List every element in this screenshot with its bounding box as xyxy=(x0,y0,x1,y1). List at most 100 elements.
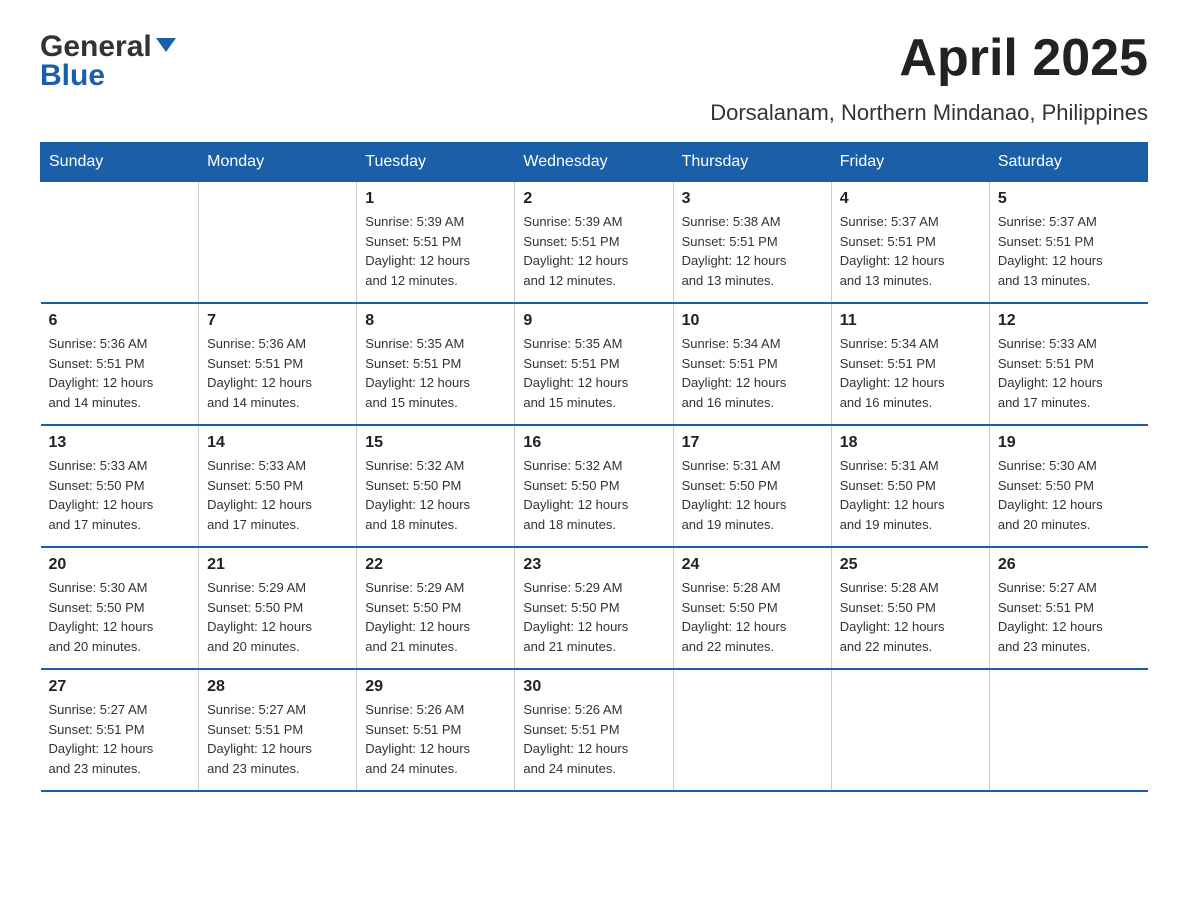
day-info: Sunrise: 5:35 AM Sunset: 5:51 PM Dayligh… xyxy=(365,334,506,412)
month-title-text: April 2025 xyxy=(899,30,1148,87)
day-number: 5 xyxy=(998,190,1140,208)
day-info: Sunrise: 5:34 AM Sunset: 5:51 PM Dayligh… xyxy=(840,334,981,412)
calendar-day-cell: 10Sunrise: 5:34 AM Sunset: 5:51 PM Dayli… xyxy=(673,303,831,425)
calendar-day-cell: 28 Sunrise: 5:27 AM Sunset: 5:51 PM Dayli… xyxy=(199,669,357,791)
day-number: 29 xyxy=(365,678,506,696)
calendar-week-row: 1Sunrise: 5:39 AM Sunset: 5:51 PM Daylig… xyxy=(41,182,1148,304)
day-info: Sunrise: 5:27 AM Sunset: 5:51 PM Dayligh… xyxy=(49,700,191,778)
weekday-header-cell: Saturday xyxy=(989,143,1147,182)
calendar-day-cell: 5 Sunrise: 5:37 AM Sunset: 5:51 PM Daylig… xyxy=(989,182,1147,304)
day-info: Sunrise: 5:36 AM Sunset: 5:51 PM Dayligh… xyxy=(207,334,348,412)
day-info: Sunrise: 5:29 AM Sunset: 5:50 PM Dayligh… xyxy=(365,578,506,656)
location-subtitle: Dorsalanam, Northern Mindanao, Philippin… xyxy=(40,100,1148,126)
day-info: Sunrise: 5:27 AM Sunset: 5:51 PM Dayligh… xyxy=(998,578,1140,656)
calendar-day-cell xyxy=(673,669,831,791)
day-info: Sunrise: 5:38 AM Sunset: 5:51 PM Dayligh… xyxy=(682,212,823,290)
logo-triangle-icon xyxy=(156,38,176,52)
calendar-day-cell: 3 Sunrise: 5:38 AM Sunset: 5:51 PM Daylig… xyxy=(673,182,831,304)
day-number: 3 xyxy=(682,190,823,208)
day-number: 9 xyxy=(523,312,664,330)
day-number: 30 xyxy=(523,678,664,696)
day-number: 20 xyxy=(49,556,191,574)
month-year-title: April 2025 xyxy=(899,30,1148,87)
weekday-header-cell: Wednesday xyxy=(515,143,673,182)
day-number: 11 xyxy=(840,312,981,330)
day-number: 21 xyxy=(207,556,348,574)
day-number: 16 xyxy=(523,434,664,452)
day-info: Sunrise: 5:32 AM Sunset: 5:50 PM Dayligh… xyxy=(523,456,664,534)
day-info: Sunrise: 5:35 AM Sunset: 5:51 PM Dayligh… xyxy=(523,334,664,412)
day-number: 27 xyxy=(49,678,191,696)
logo-blue-text: Blue xyxy=(40,59,105,92)
calendar-week-row: 13 Sunrise: 5:33 AM Sunset: 5:50 PM Dayli… xyxy=(41,425,1148,547)
day-number: 28 xyxy=(207,678,348,696)
weekday-header-row: SundayMondayTuesdayWednesdayThursdayFrid… xyxy=(41,143,1148,182)
calendar-day-cell: 6 Sunrise: 5:36 AM Sunset: 5:51 PM Daylig… xyxy=(41,303,199,425)
calendar-day-cell: 14 Sunrise: 5:33 AM Sunset: 5:50 PM Dayli… xyxy=(199,425,357,547)
day-info: Sunrise: 5:37 AM Sunset: 5:51 PM Dayligh… xyxy=(840,212,981,290)
day-number: 18 xyxy=(840,434,981,452)
day-number: 26 xyxy=(998,556,1140,574)
day-info: Sunrise: 5:36 AM Sunset: 5:51 PM Dayligh… xyxy=(49,334,191,412)
day-info: Sunrise: 5:39 AM Sunset: 5:51 PM Dayligh… xyxy=(365,212,506,290)
day-info: Sunrise: 5:30 AM Sunset: 5:50 PM Dayligh… xyxy=(998,456,1140,534)
day-info: Sunrise: 5:26 AM Sunset: 5:51 PM Dayligh… xyxy=(365,700,506,778)
weekday-header-cell: Tuesday xyxy=(357,143,515,182)
weekday-header-cell: Friday xyxy=(831,143,989,182)
calendar-day-cell xyxy=(41,182,199,304)
calendar-day-cell: 9 Sunrise: 5:35 AM Sunset: 5:51 PM Daylig… xyxy=(515,303,673,425)
day-info: Sunrise: 5:31 AM Sunset: 5:50 PM Dayligh… xyxy=(682,456,823,534)
weekday-header-cell: Thursday xyxy=(673,143,831,182)
weekday-header-cell: Monday xyxy=(199,143,357,182)
day-number: 17 xyxy=(682,434,823,452)
day-info: Sunrise: 5:39 AM Sunset: 5:51 PM Dayligh… xyxy=(523,212,664,290)
day-info: Sunrise: 5:37 AM Sunset: 5:51 PM Dayligh… xyxy=(998,212,1140,290)
day-number: 19 xyxy=(998,434,1140,452)
day-info: Sunrise: 5:26 AM Sunset: 5:51 PM Dayligh… xyxy=(523,700,664,778)
day-info: Sunrise: 5:33 AM Sunset: 5:50 PM Dayligh… xyxy=(207,456,348,534)
day-info: Sunrise: 5:28 AM Sunset: 5:50 PM Dayligh… xyxy=(840,578,981,656)
calendar-day-cell xyxy=(989,669,1147,791)
calendar-day-cell: 21 Sunrise: 5:29 AM Sunset: 5:50 PM Dayli… xyxy=(199,547,357,669)
day-number: 2 xyxy=(523,190,664,208)
calendar-week-row: 20 Sunrise: 5:30 AM Sunset: 5:50 PM Dayli… xyxy=(41,547,1148,669)
calendar-day-cell: 12Sunrise: 5:33 AM Sunset: 5:51 PM Dayli… xyxy=(989,303,1147,425)
calendar-day-cell: 1Sunrise: 5:39 AM Sunset: 5:51 PM Daylig… xyxy=(357,182,515,304)
day-number: 10 xyxy=(682,312,823,330)
day-number: 14 xyxy=(207,434,348,452)
calendar-day-cell xyxy=(199,182,357,304)
day-info: Sunrise: 5:30 AM Sunset: 5:50 PM Dayligh… xyxy=(49,578,191,656)
calendar-day-cell: 24Sunrise: 5:28 AM Sunset: 5:50 PM Dayli… xyxy=(673,547,831,669)
calendar-day-cell: 17 Sunrise: 5:31 AM Sunset: 5:50 PM Dayli… xyxy=(673,425,831,547)
day-number: 8 xyxy=(365,312,506,330)
calendar-day-cell: 27 Sunrise: 5:27 AM Sunset: 5:51 PM Dayli… xyxy=(41,669,199,791)
calendar-day-cell: 22 Sunrise: 5:29 AM Sunset: 5:50 PM Dayli… xyxy=(357,547,515,669)
calendar-day-cell: 7Sunrise: 5:36 AM Sunset: 5:51 PM Daylig… xyxy=(199,303,357,425)
day-number: 22 xyxy=(365,556,506,574)
day-info: Sunrise: 5:27 AM Sunset: 5:51 PM Dayligh… xyxy=(207,700,348,778)
calendar-day-cell: 4Sunrise: 5:37 AM Sunset: 5:51 PM Daylig… xyxy=(831,182,989,304)
calendar-day-cell: 8 Sunrise: 5:35 AM Sunset: 5:51 PM Daylig… xyxy=(357,303,515,425)
day-number: 6 xyxy=(49,312,191,330)
day-number: 25 xyxy=(840,556,981,574)
calendar-day-cell xyxy=(831,669,989,791)
day-info: Sunrise: 5:32 AM Sunset: 5:50 PM Dayligh… xyxy=(365,456,506,534)
day-info: Sunrise: 5:29 AM Sunset: 5:50 PM Dayligh… xyxy=(207,578,348,656)
calendar-day-cell: 13 Sunrise: 5:33 AM Sunset: 5:50 PM Dayli… xyxy=(41,425,199,547)
calendar-day-cell: 15Sunrise: 5:32 AM Sunset: 5:50 PM Dayli… xyxy=(357,425,515,547)
day-number: 13 xyxy=(49,434,191,452)
calendar-body: 1Sunrise: 5:39 AM Sunset: 5:51 PM Daylig… xyxy=(41,182,1148,792)
calendar-week-row: 6 Sunrise: 5:36 AM Sunset: 5:51 PM Daylig… xyxy=(41,303,1148,425)
day-info: Sunrise: 5:33 AM Sunset: 5:50 PM Dayligh… xyxy=(49,456,191,534)
calendar-day-cell: 20 Sunrise: 5:30 AM Sunset: 5:50 PM Dayli… xyxy=(41,547,199,669)
calendar-day-cell: 26 Sunrise: 5:27 AM Sunset: 5:51 PM Dayli… xyxy=(989,547,1147,669)
logo: General Blue xyxy=(40,30,176,92)
calendar-day-cell: 11 Sunrise: 5:34 AM Sunset: 5:51 PM Dayli… xyxy=(831,303,989,425)
day-info: Sunrise: 5:28 AM Sunset: 5:50 PM Dayligh… xyxy=(682,578,823,656)
calendar-day-cell: 2 Sunrise: 5:39 AM Sunset: 5:51 PM Daylig… xyxy=(515,182,673,304)
day-info: Sunrise: 5:31 AM Sunset: 5:50 PM Dayligh… xyxy=(840,456,981,534)
calendar-day-cell: 18 Sunrise: 5:31 AM Sunset: 5:50 PM Dayli… xyxy=(831,425,989,547)
calendar-header: SundayMondayTuesdayWednesdayThursdayFrid… xyxy=(41,143,1148,182)
day-info: Sunrise: 5:29 AM Sunset: 5:50 PM Dayligh… xyxy=(523,578,664,656)
calendar-day-cell: 30 Sunrise: 5:26 AM Sunset: 5:51 PM Dayli… xyxy=(515,669,673,791)
